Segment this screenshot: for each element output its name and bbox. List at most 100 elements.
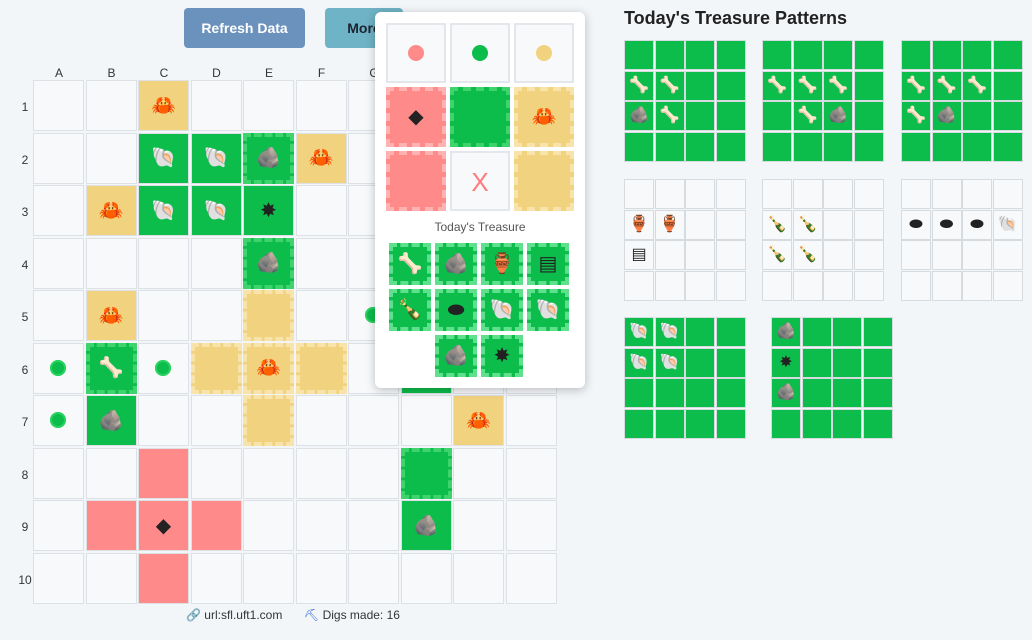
- board-cell-a3[interactable]: [33, 185, 84, 236]
- board-cell-b7[interactable]: 🪨: [85, 395, 137, 446]
- mussel-icon: ⬬: [447, 299, 465, 321]
- pattern-cell: 🪨: [771, 378, 801, 408]
- bone-icon: 🦴: [659, 107, 680, 124]
- board-cell-f8[interactable]: [295, 447, 347, 499]
- board-cell-g7[interactable]: [348, 395, 399, 446]
- board-cell-i9[interactable]: [453, 500, 504, 551]
- board-cell-b2[interactable]: [85, 132, 137, 184]
- board-cell-a4[interactable]: [33, 237, 84, 289]
- board-cell-c5[interactable]: [138, 290, 189, 341]
- board-cell-f7[interactable]: [295, 395, 347, 446]
- pattern-cell: [715, 378, 746, 408]
- board-cell-e4[interactable]: 🪨: [243, 237, 294, 289]
- board-cell-d5[interactable]: [190, 290, 242, 341]
- board-cell-e2[interactable]: 🪨: [243, 132, 294, 184]
- board-cell-c4[interactable]: [138, 237, 189, 289]
- clam-icon: 🐚: [629, 353, 649, 371]
- board-cell-e3[interactable]: ✸: [243, 185, 294, 236]
- board-cell-h7[interactable]: [400, 395, 452, 446]
- board-cell-d6[interactable]: [190, 342, 242, 394]
- stone-icon: 🪨: [776, 384, 796, 401]
- board-cell-d10[interactable]: [190, 552, 242, 604]
- board-cell-b5[interactable]: 🦀: [85, 290, 137, 341]
- board-cell-e9[interactable]: [243, 500, 294, 551]
- board-cell-c7[interactable]: [138, 395, 189, 446]
- board-cell-f1[interactable]: [295, 80, 347, 131]
- column-header-f: F: [317, 66, 326, 80]
- board-cell-g10[interactable]: [348, 552, 399, 604]
- board-cell-g9[interactable]: [348, 500, 399, 551]
- board-cell-c8[interactable]: [138, 447, 189, 499]
- board-cell-c2[interactable]: 🐚: [138, 132, 189, 184]
- board-cell-e5[interactable]: [243, 290, 294, 341]
- board-cell-c9[interactable]: ◆: [138, 500, 189, 551]
- board-cell-e10[interactable]: [243, 552, 294, 604]
- bone-icon: 🦴: [98, 357, 124, 379]
- board-cell-d4[interactable]: [190, 237, 242, 289]
- treasure-stone: 🪨: [435, 335, 477, 377]
- board-cell-e7[interactable]: [243, 395, 294, 446]
- board-cell-f9[interactable]: [295, 500, 347, 551]
- board-cell-c6[interactable]: [138, 342, 189, 394]
- pattern-cell: 🪨: [823, 101, 853, 131]
- board-cell-a7[interactable]: [33, 395, 84, 446]
- mussel-icon: ⬬: [939, 215, 954, 233]
- board-cell-f2[interactable]: 🦀: [295, 132, 347, 184]
- board-cell-d7[interactable]: [190, 395, 242, 446]
- board-cell-i10[interactable]: [453, 552, 504, 604]
- board-cell-j8[interactable]: [505, 447, 557, 499]
- board-cell-a6[interactable]: [33, 342, 84, 394]
- bone-icon: 🦴: [906, 76, 926, 94]
- board-cell-g8[interactable]: [348, 447, 399, 499]
- column-header-b: B: [107, 66, 116, 80]
- board-cell-f3[interactable]: [295, 185, 347, 236]
- board-cell-j10[interactable]: [505, 552, 557, 604]
- board-cell-b4[interactable]: [85, 237, 137, 289]
- pattern-cell: [624, 378, 654, 408]
- board-cell-c3[interactable]: 🐚: [138, 185, 189, 236]
- board-cell-d8[interactable]: [190, 447, 242, 499]
- board-cell-i8[interactable]: [453, 447, 504, 499]
- board-cell-h8[interactable]: [400, 447, 452, 499]
- column-header-c: C: [159, 66, 169, 80]
- refresh-data-button[interactable]: Refresh Data: [184, 8, 305, 48]
- board-cell-e1[interactable]: [243, 80, 294, 131]
- board-cell-f6[interactable]: [295, 342, 347, 394]
- board-cell-a1[interactable]: [33, 80, 84, 131]
- board-cell-e8[interactable]: [243, 447, 294, 499]
- pattern-cell: [962, 179, 992, 209]
- pattern-cell: [931, 240, 962, 270]
- board-cell-i7[interactable]: 🦀: [453, 395, 504, 446]
- board-cell-d1[interactable]: [190, 80, 242, 131]
- clam-icon: 🐚: [659, 323, 680, 340]
- treasure-amber: 🏺: [481, 243, 523, 285]
- board-cell-a8[interactable]: [33, 447, 84, 499]
- board-cell-b9[interactable]: [85, 500, 137, 551]
- board-cell-d2[interactable]: 🐚: [190, 132, 242, 184]
- board-cell-d3[interactable]: 🐚: [190, 185, 242, 236]
- board-cell-b3[interactable]: 🦀: [85, 185, 137, 236]
- board-cell-j7[interactable]: [505, 395, 557, 446]
- board-cell-a2[interactable]: [33, 132, 84, 184]
- board-cell-b6[interactable]: 🦴: [85, 342, 137, 394]
- board-cell-c10[interactable]: [138, 552, 189, 604]
- pattern-cell: [853, 40, 884, 70]
- board-cell-c1[interactable]: 🦀: [138, 80, 189, 131]
- pattern-cell: 🦴: [624, 70, 654, 101]
- board-cell-h10[interactable]: [400, 552, 452, 604]
- board-cell-h9[interactable]: 🪨: [400, 500, 452, 551]
- board-cell-f5[interactable]: [295, 290, 347, 341]
- board-cell-a5[interactable]: [33, 290, 84, 341]
- board-cell-f4[interactable]: [295, 237, 347, 289]
- board-cell-f10[interactable]: [295, 552, 347, 604]
- board-cell-b10[interactable]: [85, 552, 137, 604]
- pattern-cell: [762, 131, 792, 162]
- board-cell-b8[interactable]: [85, 447, 137, 499]
- board-cell-e6[interactable]: 🦀: [243, 342, 294, 394]
- bottle-icon: 🍾: [767, 246, 787, 263]
- board-cell-b1[interactable]: [85, 80, 137, 131]
- board-cell-d9[interactable]: [190, 500, 242, 551]
- board-cell-a10[interactable]: [33, 552, 84, 604]
- board-cell-a9[interactable]: [33, 500, 84, 551]
- board-cell-j9[interactable]: [505, 500, 557, 551]
